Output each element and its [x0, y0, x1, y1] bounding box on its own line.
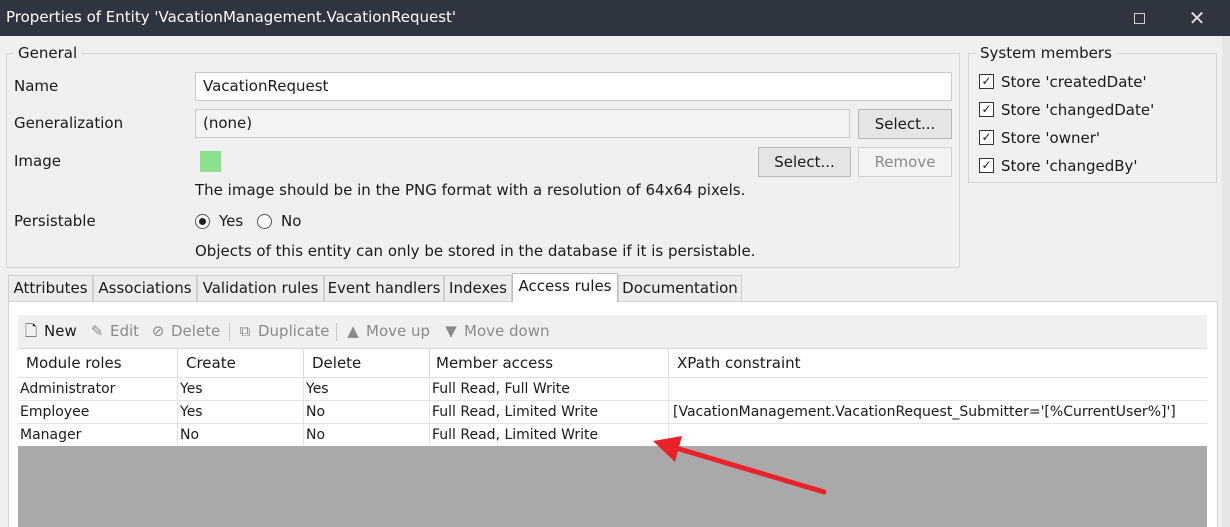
arrow-shaft — [673, 445, 827, 495]
arrow-head — [653, 436, 682, 462]
annotation-arrow — [653, 436, 827, 495]
